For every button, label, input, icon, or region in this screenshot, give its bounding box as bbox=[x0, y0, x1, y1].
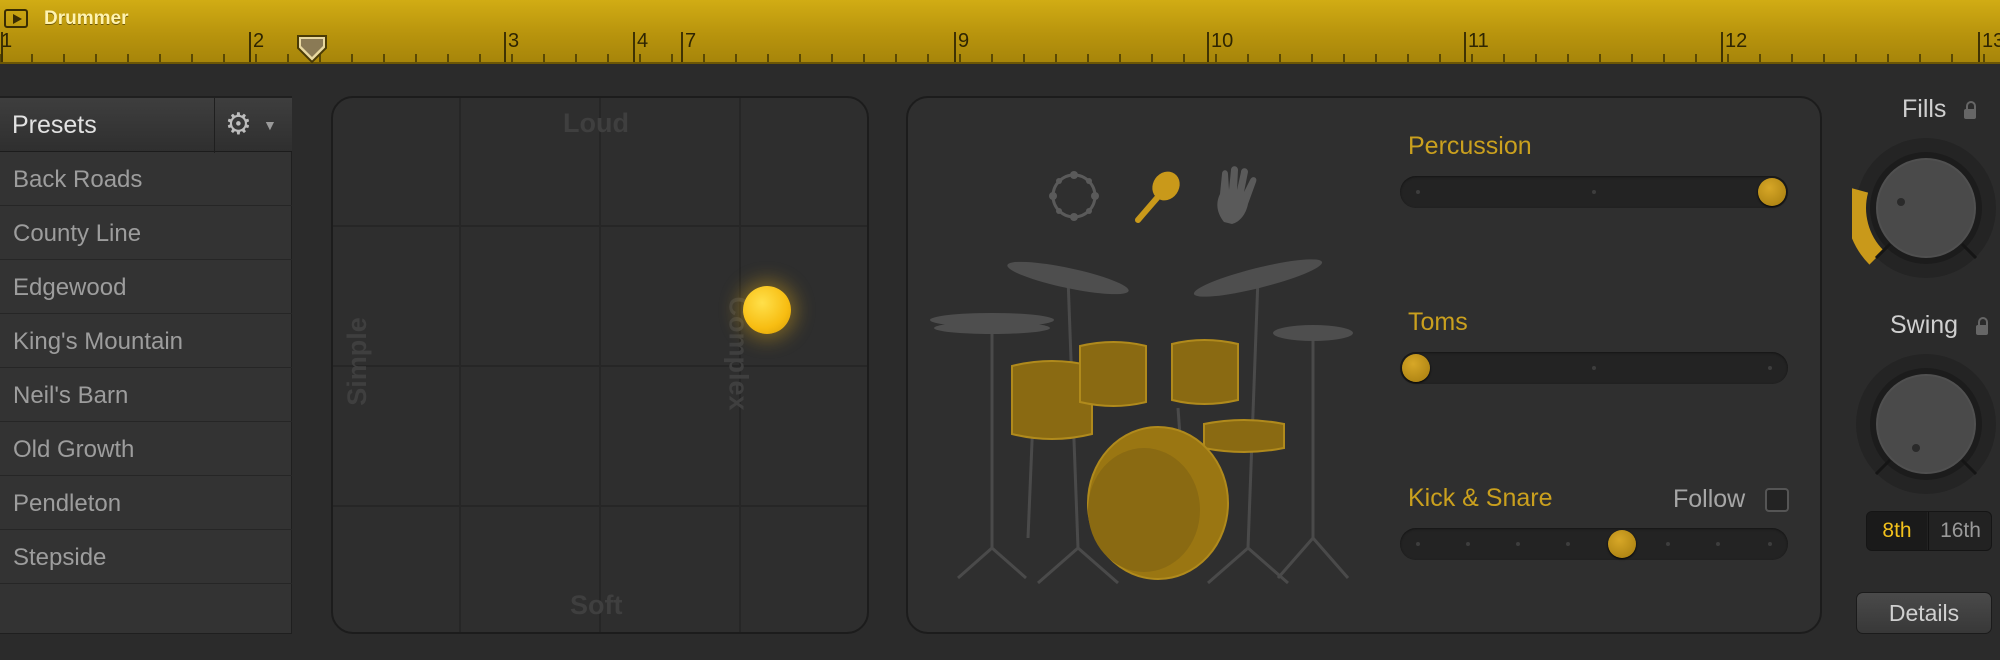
presets-panel: Presets ⚙ ▼ Back Roads County Line Edgew… bbox=[0, 96, 292, 634]
ruler-number: 4 bbox=[637, 30, 649, 52]
presets-title: Presets bbox=[12, 111, 97, 139]
ruler-number: 7 bbox=[685, 30, 697, 52]
toms-slider[interactable] bbox=[1400, 352, 1788, 384]
lock-icon[interactable] bbox=[1976, 317, 1988, 335]
tambourine-icon[interactable] bbox=[1046, 168, 1102, 224]
simple-label: Simple bbox=[341, 317, 372, 406]
percussion-slider[interactable] bbox=[1400, 176, 1788, 208]
ruler-number: 10 bbox=[1211, 30, 1234, 52]
details-button[interactable]: Details bbox=[1856, 592, 1992, 634]
ruler-number: 12 bbox=[1725, 30, 1748, 52]
pad-grid bbox=[333, 98, 867, 632]
shaker-icon[interactable] bbox=[1130, 166, 1186, 226]
sixteenth-note-button[interactable]: 16th bbox=[1928, 512, 1992, 550]
toms-slider-knob[interactable] bbox=[1402, 354, 1430, 382]
preset-item[interactable]: County Line bbox=[0, 206, 292, 260]
preset-item[interactable]: Back Roads bbox=[0, 152, 292, 206]
ruler-number: 13 bbox=[1982, 30, 2000, 52]
swing-label: Swing bbox=[1890, 311, 1959, 339]
preset-item[interactable]: Neil's Barn bbox=[0, 368, 292, 422]
playhead-marker[interactable] bbox=[296, 34, 328, 64]
percussion-slider-knob[interactable] bbox=[1758, 178, 1786, 206]
ruler-number: 9 bbox=[958, 30, 970, 52]
kick-snare-slider[interactable] bbox=[1400, 528, 1788, 560]
percussion-label: Percussion bbox=[1408, 132, 1532, 160]
preset-item[interactable]: Old Growth bbox=[0, 422, 292, 476]
follow-checkbox[interactable] bbox=[1765, 488, 1789, 512]
kick-snare-label: Kick & Snare bbox=[1408, 484, 1553, 512]
presets-action-menu[interactable]: ⚙ ▼ bbox=[214, 98, 292, 153]
ruler-number: 3 bbox=[508, 30, 520, 52]
ruler-number: 11 bbox=[1468, 30, 1489, 52]
kick-snare-slider-knob[interactable] bbox=[1608, 530, 1637, 558]
preset-item[interactable]: Stepside bbox=[0, 530, 292, 584]
swing-knob[interactable] bbox=[1852, 350, 2000, 498]
pad-puck[interactable] bbox=[743, 286, 791, 334]
drum-kit-image[interactable] bbox=[928, 248, 1368, 588]
lock-icon[interactable] bbox=[1964, 101, 1976, 119]
preset-item[interactable]: Edgewood bbox=[0, 260, 292, 314]
eighth-note-button[interactable]: 8th bbox=[1867, 512, 1927, 550]
complexity-loudness-pad[interactable]: Loud Soft Simple Complex bbox=[331, 96, 869, 634]
follow-label: Follow bbox=[1673, 485, 1746, 513]
presets-header: Presets ⚙ ▼ bbox=[0, 97, 292, 153]
ruler-number: 2 bbox=[253, 30, 265, 52]
drum-kit-panel: Percussion Toms Kick & Snare bbox=[906, 96, 1822, 634]
loud-label: Loud bbox=[563, 108, 629, 138]
note-resolution-segmented-control: 8th 16th bbox=[1866, 511, 1992, 551]
toms-label: Toms bbox=[1408, 308, 1468, 336]
soft-label: Soft bbox=[570, 590, 623, 620]
preset-item[interactable]: Pendleton bbox=[0, 476, 292, 530]
fills-knob[interactable] bbox=[1852, 134, 2000, 282]
chevron-down-icon: ▼ bbox=[263, 117, 277, 133]
fills-label: Fills bbox=[1902, 95, 1947, 123]
preset-item[interactable]: King's Mountain bbox=[0, 314, 292, 368]
gear-icon: ⚙ bbox=[225, 108, 252, 141]
hand-clap-icon[interactable] bbox=[1212, 164, 1268, 226]
region-ruler[interactable]: Drummer 1 2 3 4 7 9 10 11 12 13 bbox=[0, 0, 2000, 64]
ruler-number: 1 bbox=[1, 30, 13, 52]
